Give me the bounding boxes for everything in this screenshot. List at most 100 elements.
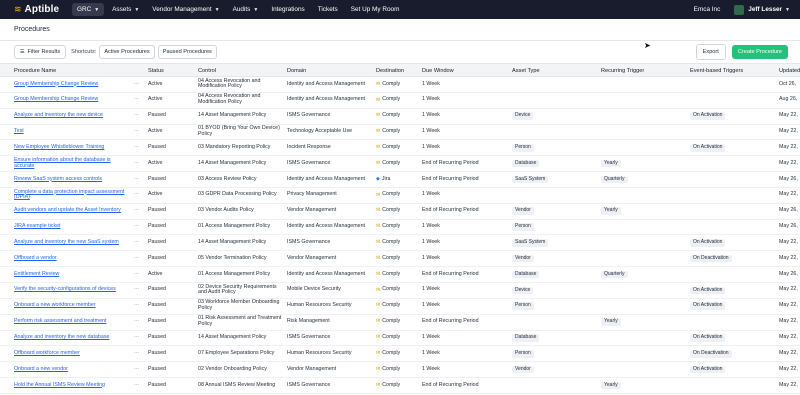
row-more-icon[interactable]: ··· [134, 204, 139, 219]
nav-item-grc[interactable]: GRC ▼ [72, 3, 105, 16]
row-more-icon[interactable]: ··· [134, 283, 139, 298]
brand[interactable]: ≋ Aptible [14, 4, 64, 15]
column-header[interactable]: Due Window [422, 64, 454, 77]
procedure-name-link[interactable]: Onboard a new vendor [14, 366, 132, 373]
create-procedure-button[interactable]: Create Procedure [731, 45, 788, 59]
row-more-icon[interactable]: ··· [134, 140, 139, 155]
table-row[interactable]: Entitlement Review Active 01 Access Manage… [0, 267, 800, 283]
table-row[interactable]: JIRA example ticket Paused 01 Access Manag… [0, 220, 800, 236]
procedure-name-cell[interactable]: Hold the Annual ISMS Review Meeting [14, 378, 132, 393]
procedure-name-link[interactable]: Ensure information about the database is… [14, 157, 132, 170]
org-name[interactable]: Emca Inc [694, 6, 721, 13]
row-more-icon[interactable]: ··· [134, 299, 139, 314]
procedure-name-link[interactable]: Analyze and inventory the new SaaS syste… [14, 239, 132, 246]
procedure-name-cell[interactable]: Review SaaS system access controls [14, 172, 132, 187]
table-row[interactable]: Review SaaS system access controls Paused… [0, 172, 800, 188]
procedure-name-cell[interactable]: Group Membership Change Review [14, 93, 132, 108]
procedure-name-link[interactable]: Offboard workforce member [14, 350, 132, 357]
procedure-name-cell[interactable]: Verify the security-configurations of de… [14, 283, 132, 298]
row-more-icon[interactable]: ··· [134, 267, 139, 282]
row-more-icon[interactable]: ··· [134, 109, 139, 124]
procedure-name-link[interactable]: Verify the security-configurations of de… [14, 287, 132, 293]
table-row[interactable]: New Employee Whistleblower Training Pause… [0, 140, 800, 157]
chevron-down-icon[interactable]: ▼ [785, 7, 790, 13]
column-header[interactable]: Domain [287, 64, 306, 77]
procedure-name-link[interactable]: Review SaaS system access controls [14, 176, 132, 183]
procedure-name-cell[interactable]: Perform risk assessment and treatment [14, 315, 132, 330]
procedure-name-cell[interactable]: Analyze and inventory the new SaaS syste… [14, 235, 132, 250]
table-row[interactable]: Group Membership Change Review Active 04 A… [0, 77, 800, 93]
row-more-icon[interactable]: ··· [134, 77, 139, 92]
procedure-name-link[interactable]: Group Membership Change Review [14, 81, 132, 88]
nav-item-integrations[interactable]: Integrations [266, 3, 309, 16]
procedure-name-cell[interactable]: Analyze and inventory the new database [14, 331, 132, 346]
column-header[interactable]: Event-based Triggers [690, 64, 743, 77]
export-button[interactable]: Export [695, 44, 726, 60]
row-more-icon[interactable]: ··· [134, 362, 139, 377]
column-header[interactable]: Recurring Trigger [601, 64, 644, 77]
table-row[interactable]: Offboard workforce member Paused 07 Employ… [0, 346, 800, 363]
procedure-name-link[interactable]: Group Membership Change Review [14, 97, 132, 103]
row-more-icon[interactable]: ··· [134, 93, 139, 108]
procedure-name-cell[interactable]: Entitlement Review [14, 267, 132, 282]
column-header[interactable]: Updated [779, 64, 800, 77]
table-row[interactable]: Hold the Annual ISMS Review Meeting Pause… [0, 378, 800, 394]
table-row[interactable]: Onboard a new vendor Paused 02 Vendor Onbo… [0, 362, 800, 379]
table-row[interactable]: Verify the security-configurations of de… [0, 283, 800, 299]
table-row[interactable]: Test Active 01 BYOD (Bring Your Own Device… [0, 125, 800, 141]
row-more-icon[interactable]: ··· [134, 172, 139, 187]
column-header[interactable]: Asset Type [512, 64, 540, 77]
row-more-icon[interactable]: ··· [134, 125, 139, 140]
procedure-name-link[interactable]: Entitlement Review [14, 271, 132, 278]
table-row[interactable]: Group Membership Change Review Active 04 A… [0, 93, 800, 109]
procedure-name-link[interactable]: Analyze and inventory the new database [14, 334, 132, 341]
nav-item-assets[interactable]: Assets ▼ [107, 3, 144, 16]
column-header[interactable]: Destination [376, 64, 404, 77]
row-more-icon[interactable]: ··· [134, 315, 139, 330]
procedure-name-cell[interactable]: Analyze and inventory the new device [14, 109, 132, 124]
row-more-icon[interactable]: ··· [134, 378, 139, 393]
procedure-name-cell[interactable]: Offboard workforce member [14, 346, 132, 361]
procedure-name-link[interactable]: Perform risk assessment and treatment [14, 318, 132, 325]
active-procedures-chip[interactable]: Active Procedures [99, 45, 155, 59]
procedure-name-cell[interactable]: Group Membership Change Review [14, 77, 132, 92]
procedure-name-link[interactable]: Onboard a new workforce member [14, 303, 132, 309]
row-more-icon[interactable]: ··· [134, 156, 139, 171]
procedure-name-link[interactable]: Offboard a vendor [14, 255, 132, 262]
procedure-name-link[interactable]: New Employee Whistleblower Training [14, 144, 132, 151]
procedure-name-cell[interactable]: Ensure information about the database is… [14, 156, 132, 171]
row-more-icon[interactable]: ··· [134, 346, 139, 361]
procedure-name-cell[interactable]: Onboard a new workforce member [14, 299, 132, 314]
nav-item-set-up-my-room[interactable]: Set Up My Room [346, 3, 405, 16]
procedure-name-link[interactable]: JIRA example ticket [14, 223, 132, 230]
avatar[interactable] [734, 4, 745, 15]
row-more-icon[interactable]: ··· [134, 331, 139, 346]
procedure-name-link[interactable]: Audit vendors and update the Asset Inven… [14, 207, 132, 214]
procedure-name-cell[interactable]: JIRA example ticket [14, 220, 132, 235]
procedure-name-link[interactable]: Complete a data protection impact assess… [14, 189, 132, 202]
table-row[interactable]: Perform risk assessment and treatment Pau… [0, 315, 800, 331]
procedure-name-cell[interactable]: Test [14, 125, 132, 140]
table-row[interactable]: Analyze and inventory the new device Paus… [0, 109, 800, 125]
nav-item-audits[interactable]: Audits ▼ [228, 3, 264, 16]
column-header[interactable]: Procedure Name [14, 64, 56, 77]
table-row[interactable]: Analyze and inventory the new database Pa… [0, 331, 800, 347]
paused-procedures-chip[interactable]: Paused Procedures [157, 45, 217, 59]
table-row[interactable]: Ensure information about the database is… [0, 156, 800, 173]
row-more-icon[interactable]: ··· [134, 220, 139, 235]
procedure-name-link[interactable]: Analyze and inventory the new device [14, 112, 132, 119]
user-name[interactable]: Jeff Lesser [748, 6, 782, 13]
table-row[interactable]: Complete a data protection impact assess… [0, 188, 800, 204]
procedure-name-cell[interactable]: Audit vendors and update the Asset Inven… [14, 204, 132, 219]
table-row[interactable]: Audit vendors and update the Asset Inven… [0, 204, 800, 220]
procedure-name-link[interactable]: Test [14, 128, 132, 135]
procedure-name-cell[interactable]: Complete a data protection impact assess… [14, 188, 132, 203]
row-more-icon[interactable]: ··· [134, 251, 139, 266]
table-row[interactable]: Analyze and inventory the new SaaS syste… [0, 235, 800, 252]
procedure-name-cell[interactable]: Onboard a new vendor [14, 362, 132, 377]
nav-item-tickets[interactable]: Tickets [313, 3, 343, 16]
table-row[interactable]: Offboard a vendor Paused 05 Vendor Termina… [0, 251, 800, 268]
table-row[interactable]: Onboard a new workforce member Paused 03 W… [0, 299, 800, 315]
procedure-name-cell[interactable]: Offboard a vendor [14, 251, 132, 266]
filter-button[interactable]: ☰ Filter Results [14, 45, 67, 59]
